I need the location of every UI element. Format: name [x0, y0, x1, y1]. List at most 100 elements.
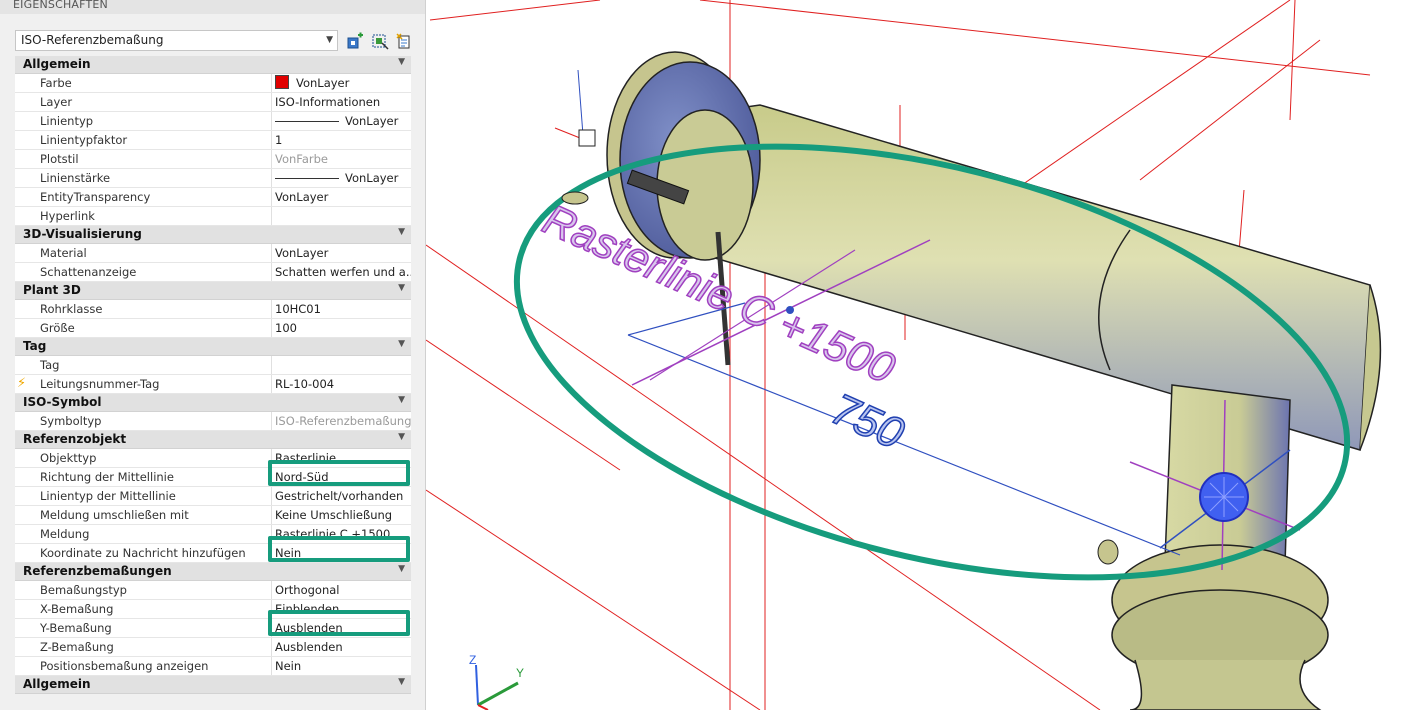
property-row-groesse[interactable]: Größe 100 [15, 319, 411, 338]
property-value[interactable] [275, 207, 411, 225]
ucs-icon: Z Y [469, 653, 524, 711]
property-value-text: Schatten werfen und a... [275, 265, 411, 279]
property-value[interactable]: VonLayer [275, 188, 411, 206]
linetype-preview [275, 121, 339, 122]
property-value-text: VonLayer [296, 76, 350, 90]
category-label: Referenzbemaßungen [23, 564, 172, 578]
category-label: Plant 3D [23, 283, 81, 297]
property-row-meldung-umschliessen-mit[interactable]: Meldung umschließen mit Keine Umschließun… [15, 506, 411, 525]
property-label: Bemaßungstyp [15, 581, 272, 599]
linetype-preview [275, 178, 339, 179]
property-value[interactable]: VonLayer [275, 244, 411, 262]
property-row-hyperlink[interactable]: Hyperlink [15, 207, 411, 226]
palette-title-bar[interactable]: EIGENSCHAFTEN [0, 0, 425, 14]
property-value[interactable]: VonLayer [275, 169, 411, 187]
property-value[interactable]: VonLayer [275, 74, 411, 92]
category-tag[interactable]: Tag ▼ [15, 338, 411, 356]
property-label: Symboltyp [15, 412, 272, 430]
property-row-farbe[interactable]: Farbe VonLayer [15, 74, 411, 93]
property-label: Koordinate zu Nachricht hinzufügen [15, 544, 272, 562]
collapse-arrow-icon[interactable]: ▼ [398, 677, 405, 687]
category-iso-symbol[interactable]: ISO-Symbol ▼ [15, 394, 411, 412]
category-label: Referenzobjekt [23, 432, 127, 446]
property-value[interactable] [275, 356, 411, 374]
property-value[interactable]: 1 [275, 131, 411, 149]
property-label: Positionsbemaßung anzeigen [15, 657, 272, 675]
select-objects-icon[interactable] [371, 32, 389, 50]
property-row-rohrklasse[interactable]: Rohrklasse 10HC01 [15, 300, 411, 319]
property-value-text: ISO-Referenzbemaßung [275, 414, 411, 428]
property-row-linientyp[interactable]: Linientyp VonLayer [15, 112, 411, 131]
property-row-layer[interactable]: Layer ISO-Informationen [15, 93, 411, 112]
property-value[interactable]: Ausblenden [275, 638, 411, 656]
property-value-text: VonLayer [275, 190, 329, 204]
collapse-arrow-icon[interactable]: ▼ [398, 564, 405, 574]
property-value[interactable]: 100 [275, 319, 411, 337]
property-label: Meldung [15, 525, 272, 543]
ucs-z-label: Z [469, 653, 476, 667]
property-label: Layer [15, 93, 272, 111]
toggle-pickadd-icon[interactable] [395, 32, 413, 50]
property-label: Meldung umschließen mit [15, 506, 272, 524]
property-value: VonFarbe [275, 150, 411, 168]
property-label: X-Bemaßung [15, 600, 272, 618]
category-label: Allgemein [23, 677, 91, 691]
property-row-positionsbemassung-anzeigen[interactable]: Positionsbemaßung anzeigen Nein [15, 657, 411, 676]
object-type-dropdown[interactable]: ISO-Referenzbemaßung ▼ [15, 30, 338, 51]
quick-select-icon[interactable] [346, 32, 364, 50]
property-row-symboltyp[interactable]: Symboltyp ISO-Referenzbemaßung [15, 412, 411, 431]
property-value[interactable]: Keine Umschließung [275, 506, 411, 524]
collapse-arrow-icon[interactable]: ▼ [398, 227, 405, 237]
property-value[interactable]: Schatten werfen und a... [275, 263, 411, 281]
category-allgemein[interactable]: Allgemein ▼ [15, 676, 411, 694]
category-referenzobjekt[interactable]: Referenzobjekt ▼ [15, 431, 411, 449]
branch-pipe [1097, 384, 1329, 711]
property-value-text: Ausblenden [275, 640, 343, 654]
highlight-objekttyp [268, 460, 410, 486]
property-label: Objekttyp [15, 449, 272, 467]
collapse-arrow-icon[interactable]: ▼ [398, 57, 405, 67]
property-value-text: VonLayer [275, 246, 329, 260]
collapse-arrow-icon[interactable]: ▼ [398, 395, 405, 405]
property-row-z-bemassung[interactable]: Z-Bemaßung Ausblenden [15, 638, 411, 657]
property-value-text: VonLayer [345, 171, 399, 185]
property-value[interactable]: Nein [275, 657, 411, 675]
property-value[interactable]: VonLayer [275, 112, 411, 130]
property-row-leitungsnummer-tag[interactable]: ⚡ Leitungsnummer-Tag RL-10-004 [15, 375, 411, 394]
property-label: Schattenanzeige [15, 263, 272, 281]
property-value-text: Orthogonal [275, 583, 340, 597]
property-value[interactable]: 10HC01 [275, 300, 411, 318]
collapse-arrow-icon[interactable]: ▼ [398, 432, 405, 442]
property-value-text: Gestrichelt/vorhanden [275, 489, 404, 503]
highlight-x-bemassung [268, 610, 410, 636]
property-label: Z-Bemaßung [15, 638, 272, 656]
category-3d-visualisierung[interactable]: 3D-Visualisierung ▼ [15, 226, 411, 244]
collapse-arrow-icon[interactable]: ▼ [398, 283, 405, 293]
collapse-arrow-icon[interactable]: ▼ [398, 339, 405, 349]
property-value-text: 100 [275, 321, 297, 335]
property-row-bemassungstyp[interactable]: Bemaßungstyp Orthogonal [15, 581, 411, 600]
category-referenzbemassungen[interactable]: Referenzbemaßungen ▼ [15, 563, 411, 581]
property-value[interactable]: RL-10-004 [275, 375, 411, 393]
property-value-text: VonLayer [345, 114, 399, 128]
property-row-plotstil[interactable]: Plotstil VonFarbe [15, 150, 411, 169]
model-viewport[interactable]: Rasterlinie C +1500 750 Z Y [425, 0, 1413, 711]
property-row-linientypfaktor[interactable]: Linientypfaktor 1 [15, 131, 411, 150]
property-label: Y-Bemaßung [15, 619, 272, 637]
property-value[interactable]: Gestrichelt/vorhanden [275, 487, 411, 505]
property-label: Linientyp der Mittellinie [15, 487, 272, 505]
property-row-schattenanzeige[interactable]: Schattenanzeige Schatten werfen und a... [15, 263, 411, 282]
property-row-entitytransparency[interactable]: EntityTransparency VonLayer [15, 188, 411, 207]
property-label: Hyperlink [15, 207, 272, 225]
property-row-linientyp-der-mittellinie[interactable]: Linientyp der Mittellinie Gestrichelt/vor… [15, 487, 411, 506]
property-row-material[interactable]: Material VonLayer [15, 244, 411, 263]
property-row-linienstaerke[interactable]: Linienstärke VonLayer [15, 169, 411, 188]
category-plant-3d[interactable]: Plant 3D ▼ [15, 282, 411, 300]
property-label: Plotstil [15, 150, 272, 168]
property-value[interactable]: Orthogonal [275, 581, 411, 599]
dimension-value: 750 [824, 384, 911, 459]
property-value: ISO-Referenzbemaßung [275, 412, 411, 430]
property-row-tag[interactable]: Tag [15, 356, 411, 375]
property-value[interactable]: ISO-Informationen [275, 93, 411, 111]
category-allgemein[interactable]: Allgemein ▼ [15, 56, 411, 74]
